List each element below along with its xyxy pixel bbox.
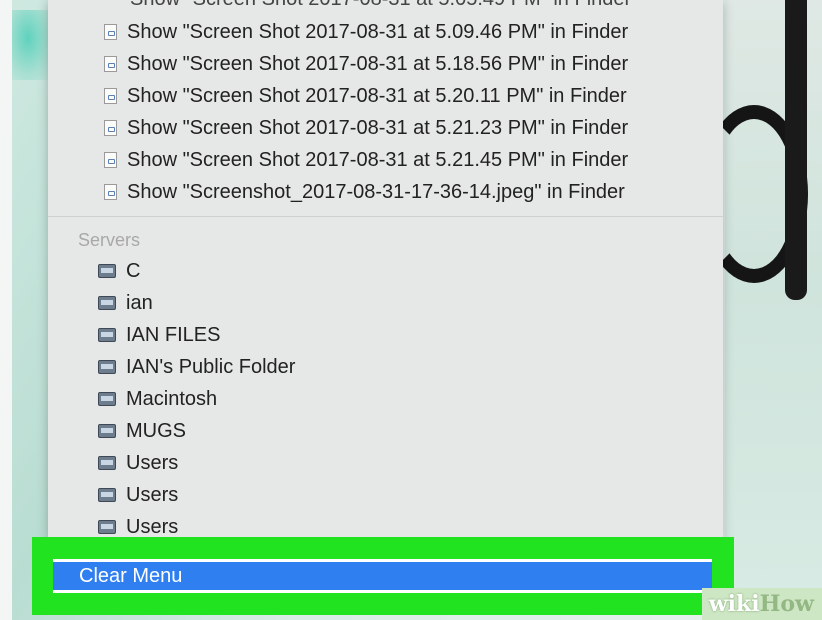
server-item[interactable]: C xyxy=(48,255,723,287)
image-file-icon xyxy=(104,184,117,200)
recent-file-item[interactable]: Show "Screen Shot 2017-08-31 at 5.21.23 … xyxy=(48,112,723,144)
image-file-icon xyxy=(104,152,117,168)
image-file-icon xyxy=(104,120,117,136)
menu-item-cut-off[interactable]: Show "Screen Shot 2017-08-31 at 5.05.49 … xyxy=(48,0,723,10)
recent-file-item[interactable]: Show "Screen Shot 2017-08-31 at 5.09.46 … xyxy=(48,16,723,48)
clear-menu-label: Clear Menu xyxy=(79,564,183,587)
desktop-edge xyxy=(0,0,12,620)
server-icon xyxy=(98,264,116,278)
server-item[interactable]: MUGS xyxy=(48,415,723,447)
image-file-icon xyxy=(104,88,117,104)
server-item[interactable]: Users xyxy=(48,447,723,479)
clear-menu-item[interactable]: Clear Menu xyxy=(53,559,712,593)
server-item[interactable]: ian xyxy=(48,287,723,319)
servers-section-header: Servers xyxy=(78,230,141,250)
server-item[interactable]: Users xyxy=(48,479,723,511)
menu-separator xyxy=(48,216,723,217)
recent-file-item[interactable]: Show "Screen Shot 2017-08-31 at 5.18.56 … xyxy=(48,48,723,80)
image-file-icon xyxy=(104,24,117,40)
wikihow-watermark: wiki How xyxy=(702,588,822,620)
server-item[interactable]: IAN FILES xyxy=(48,319,723,351)
recent-items-menu: Show "Screen Shot 2017-08-31 at 5.05.49 … xyxy=(48,0,723,540)
server-icon xyxy=(98,392,116,406)
recent-file-item[interactable]: Show "Screen Shot 2017-08-31 at 5.21.45 … xyxy=(48,144,723,176)
recent-file-item[interactable]: Show "Screen Shot 2017-08-31 at 5.20.11 … xyxy=(48,80,723,112)
wallpaper-stroke-shape xyxy=(785,0,807,300)
recent-file-item[interactable]: Show "Screenshot_2017-08-31-17-36-14.jpe… xyxy=(48,176,723,208)
desktop-wallpaper-accent xyxy=(12,10,52,80)
server-icon xyxy=(98,424,116,438)
server-item[interactable]: IAN's Public Folder xyxy=(48,351,723,383)
server-icon xyxy=(98,456,116,470)
server-icon xyxy=(98,296,116,310)
desktop-wallpaper xyxy=(725,0,822,620)
server-icon xyxy=(98,488,116,502)
server-icon xyxy=(98,520,116,534)
screenshot-stage: Show "Screen Shot 2017-08-31 at 5.05.49 … xyxy=(0,0,822,620)
image-file-icon xyxy=(104,56,117,72)
server-icon xyxy=(98,360,116,374)
server-icon xyxy=(98,328,116,342)
server-item[interactable]: Macintosh xyxy=(48,383,723,415)
